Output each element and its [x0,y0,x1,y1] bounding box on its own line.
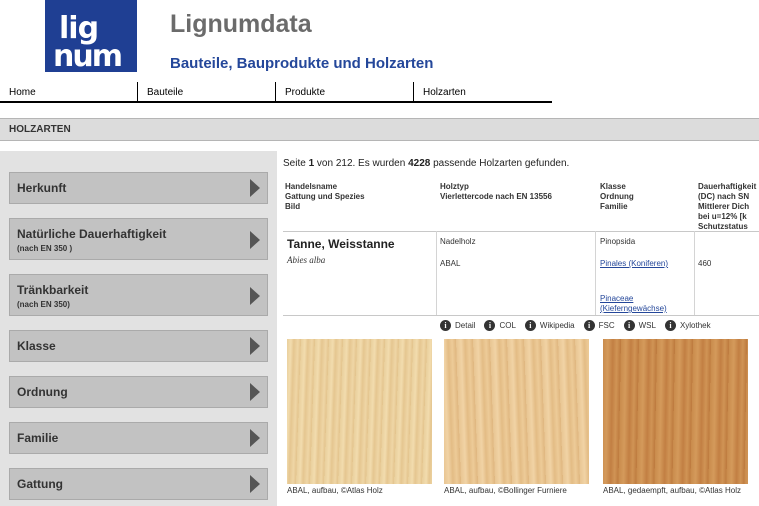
filter-gattung[interactable]: Gattung [9,468,268,500]
filter-herkunft[interactable]: Herkunft [9,172,268,204]
results-panel: Seite 1 von 212. Es wurden 4228 passende… [283,151,759,506]
familie-link-line: (Kieferngewächse) [600,304,667,313]
image-caption: ABAL, aufbau, ©Bollinger Furniere [444,486,567,495]
site-header: lig num Lignumdata Bauteile, Bauprodukte… [0,0,759,104]
info-icon: i [664,320,676,331]
nav-bauteile[interactable]: Bauteile [138,82,276,101]
site-title: Lignumdata [170,10,312,38]
divider [283,315,759,316]
lignum-logo[interactable]: lig num [45,0,137,72]
nav-home[interactable]: Home [0,82,138,101]
section-title: HOLZARTEN [9,124,71,135]
trade-name[interactable]: Tanne, Weisstanne [287,237,395,251]
wikipedia-link[interactable]: i Wikipedia [524,320,575,331]
link-label: Detail [455,321,476,330]
filter-familie[interactable]: Familie [9,422,268,454]
wsl-link[interactable]: i WSL [623,320,656,331]
chevron-right-icon [250,179,260,197]
logo-text-bottom: num [53,39,123,72]
column-header-line: (DC) nach SN [698,192,750,201]
divider [283,231,759,232]
filter-sublabel: (nach EN 350 ) [17,244,73,253]
filter-dauerhaftigkeit[interactable]: Natürliche Dauerhaftigkeit (nach EN 350 … [9,218,268,260]
nav-produkte[interactable]: Produkte [276,82,414,101]
info-icon: i [440,320,451,331]
filter-label: Klasse [17,339,56,353]
link-label: Wikipedia [539,321,575,330]
info-icon: i [583,320,595,331]
filter-klasse[interactable]: Klasse [9,330,268,362]
resource-links: i Detail i COL i Wikipedia i FSC i WSL i Xylot… [440,320,720,331]
chevron-right-icon [250,383,260,401]
summary-middle: von 212. Es wurden [314,158,409,169]
link-label: COL [499,321,516,330]
column-header-line: Familie [600,202,628,211]
code-value: ABAL [440,259,461,268]
divider [694,231,695,315]
filter-label: Ordnung [17,385,68,399]
ordnung-link[interactable]: Pinales (Koniferen) [600,259,668,268]
detail-link[interactable]: i Detail [440,320,475,331]
column-header-line: Klasse [600,182,626,191]
chevron-right-icon [250,429,260,447]
column-header-line: Handelsname [285,182,338,191]
column-header-line: Vierlettercode nach EN 13556 [440,192,552,201]
familie-link-line: Pinaceae [600,294,634,303]
filter-label: Gattung [17,477,63,491]
column-header-line: Holztyp [440,182,469,191]
column-header-holztyp: Holztyp Vierlettercode nach EN 13556 [440,182,552,202]
column-header-dauerhaftigkeit: Dauerhaftigkeit (DC) nach SN Mittlerer D… [698,182,756,232]
column-header-line: bei u=12% [k [698,212,747,221]
filter-label: Familie [17,431,59,445]
top-navigation: Home Bauteile Produkte Holzarten [0,82,552,103]
filter-ordnung[interactable]: Ordnung [9,376,268,408]
filter-sidebar: Herkunft Natürliche Dauerhaftigkeit (nac… [0,151,277,506]
site-subtitle: Bauteile, Bauprodukte und Holzarten [170,55,434,72]
column-header-klasse: Klasse Ordnung Familie [600,182,634,212]
divider [436,231,437,315]
wood-image-1[interactable] [287,339,432,484]
info-icon: i [524,320,536,331]
link-label: FSC [598,321,615,330]
filter-label: Tränkbarkeit [17,283,89,297]
image-caption: ABAL, aufbau, ©Atlas Holz [287,486,383,495]
column-header-line: Dauerhaftigkeit [698,182,757,191]
filter-label: Natürliche Dauerhaftigkeit [17,227,167,241]
klasse-value: Pinopsida [600,237,636,246]
link-label: Xylothek [679,321,711,330]
column-header-line: Bild [285,202,301,211]
column-header-line: Gattung und Spezies [285,192,365,201]
summary-suffix: passende Holzarten gefunden. [430,158,570,169]
filter-sublabel: (nach EN 350) [17,300,70,309]
section-bar: HOLZARTEN [0,118,759,141]
wood-image-3[interactable] [603,339,748,484]
summary-prefix: Seite [283,158,309,169]
holztyp-value: Nadelholz [440,237,476,246]
wood-image-2[interactable] [444,339,589,484]
image-caption: ABAL, gedaempft, aufbau, ©Atlas Holz [603,486,741,495]
column-header-line: Ordnung [600,192,634,201]
col-link[interactable]: i COL [484,320,516,331]
column-header-line: Mittlerer Dich [698,202,750,211]
filter-label: Herkunft [17,181,67,195]
chevron-right-icon [250,231,260,249]
familie-link[interactable]: Pinaceae (Kieferngewächse) [600,294,667,314]
xylothek-link[interactable]: i Xylothek [664,320,711,331]
result-count: 4228 [408,158,431,169]
filter-traenkbarkeit[interactable]: Tränkbarkeit (nach EN 350) [9,274,268,316]
info-icon: i [623,320,635,331]
chevron-right-icon [250,287,260,305]
density-value: 460 [698,259,712,268]
chevron-right-icon [250,475,260,493]
info-icon: i [484,320,496,331]
link-label: WSL [638,321,656,330]
column-header-name: Handelsname Gattung und Spezies Bild [285,182,365,212]
nav-holzarten[interactable]: Holzarten [414,82,552,101]
fsc-link[interactable]: i FSC [583,320,615,331]
species-name: Abies alba [287,255,326,265]
chevron-right-icon [250,337,260,355]
divider [595,231,596,315]
result-summary: Seite 1 von 212. Es wurden 4228 passende… [283,158,569,169]
